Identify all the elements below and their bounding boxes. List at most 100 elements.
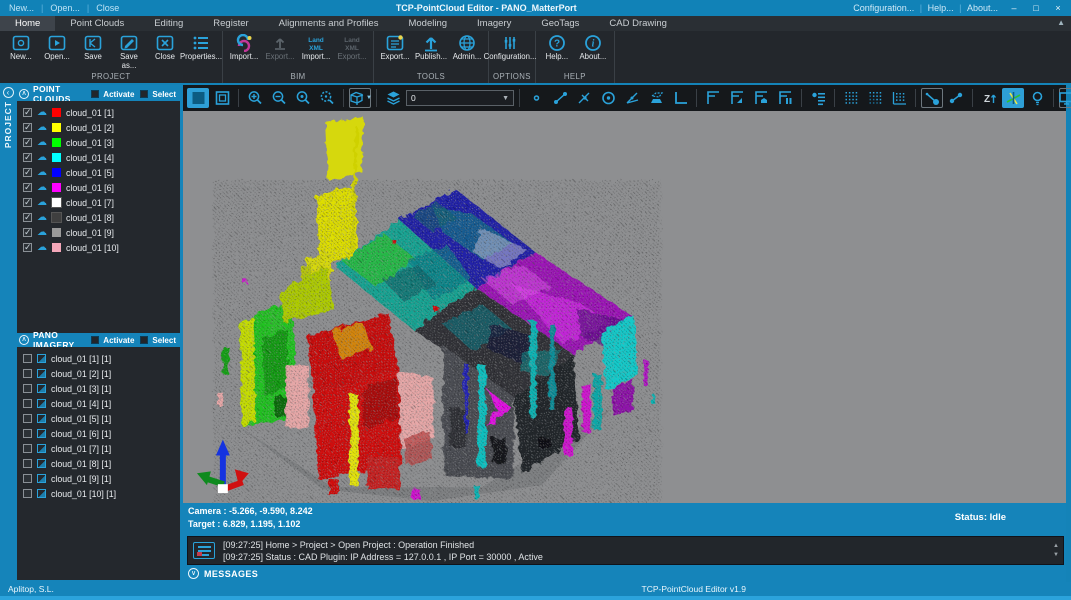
- titlebar-new-button[interactable]: New...: [6, 3, 37, 13]
- close-button[interactable]: Close: [148, 33, 182, 62]
- saveas-button[interactable]: Save as...: [112, 33, 146, 70]
- pano-image-row[interactable]: cloud_01 [8] [1]: [23, 456, 180, 471]
- visibility-checkbox[interactable]: [23, 243, 32, 252]
- visibility-checkbox[interactable]: [23, 168, 32, 177]
- visibility-checkbox[interactable]: [23, 108, 32, 117]
- publish-button[interactable]: Publish...: [414, 33, 448, 62]
- visibility-checkbox[interactable]: [23, 354, 32, 363]
- collapse-messages-icon[interactable]: ∨: [188, 568, 199, 579]
- color-swatch[interactable]: [52, 153, 61, 162]
- tab-cad-drawing[interactable]: CAD Drawing: [594, 16, 682, 31]
- titlebar-open-button[interactable]: Open...: [47, 3, 83, 13]
- landxml-import-button[interactable]: LandXMLImport...: [299, 33, 333, 62]
- pano-image-row[interactable]: cloud_01 [4] [1]: [23, 396, 180, 411]
- tab-alignments-and-profiles[interactable]: Alignments and Profiles: [264, 16, 394, 31]
- point-cloud-row[interactable]: ☁cloud_01 [1]: [23, 105, 180, 120]
- point-cloud-row[interactable]: ☁cloud_01 [8]: [23, 210, 180, 225]
- tab-point-clouds[interactable]: Point Clouds: [55, 16, 139, 31]
- visibility-checkbox[interactable]: [23, 459, 32, 468]
- grid-plane-button[interactable]: [864, 88, 886, 108]
- tab-home[interactable]: Home: [0, 16, 55, 31]
- tab-imagery[interactable]: Imagery: [462, 16, 526, 31]
- layers-button[interactable]: [382, 88, 404, 108]
- measure-area-button[interactable]: [645, 88, 667, 108]
- pano-image-row[interactable]: cloud_01 [3] [1]: [23, 381, 180, 396]
- measure-node-button[interactable]: [921, 88, 943, 108]
- point-cloud-row[interactable]: ☁cloud_01 [7]: [23, 195, 180, 210]
- pano-imagery-select-checkbox[interactable]: [140, 336, 148, 344]
- zoom-window-mode-button[interactable]: [211, 88, 233, 108]
- scroll-up-icon[interactable]: ▲: [1053, 543, 1059, 549]
- draw-segment-button[interactable]: [549, 88, 571, 108]
- visibility-checkbox[interactable]: [23, 138, 32, 147]
- visibility-checkbox[interactable]: [23, 444, 32, 453]
- point-clouds-activate-checkbox[interactable]: [91, 90, 99, 98]
- draw-polyline-button[interactable]: [573, 88, 595, 108]
- new-button[interactable]: New...: [4, 33, 38, 62]
- properties-button[interactable]: Properties...: [184, 33, 218, 62]
- tools-export-button[interactable]: Export...: [378, 33, 412, 62]
- pano-image-row[interactable]: cloud_01 [7] [1]: [23, 441, 180, 456]
- visibility-checkbox[interactable]: [23, 123, 32, 132]
- tab-register[interactable]: Register: [198, 16, 263, 31]
- about-button[interactable]: iAbout...: [576, 33, 610, 62]
- point-cloud-row[interactable]: ☁cloud_01 [9]: [23, 225, 180, 240]
- color-swatch[interactable]: [52, 213, 61, 222]
- visibility-checkbox[interactable]: [23, 369, 32, 378]
- color-swatch[interactable]: [52, 198, 61, 207]
- viewport-3d-canvas[interactable]: [183, 111, 1066, 503]
- zoom-in-button[interactable]: [244, 88, 266, 108]
- section-front-button[interactable]: [726, 88, 748, 108]
- collapse-point-clouds-icon[interactable]: ∧: [19, 89, 29, 99]
- zoom-out-button[interactable]: [268, 88, 290, 108]
- color-swatch[interactable]: [52, 228, 61, 237]
- messages-header[interactable]: ∨ MESSAGES: [183, 565, 1066, 582]
- visibility-checkbox[interactable]: [23, 228, 32, 237]
- minimize-button[interactable]: –: [1005, 3, 1023, 13]
- visibility-checkbox[interactable]: [23, 198, 32, 207]
- color-swatch[interactable]: [52, 243, 61, 252]
- color-swatch[interactable]: [52, 108, 61, 117]
- configuration-button[interactable]: Configuration...: [493, 33, 527, 62]
- pano-image-row[interactable]: cloud_01 [2] [1]: [23, 366, 180, 381]
- save-button[interactable]: Save: [76, 33, 110, 62]
- admin-button[interactable]: Admin...: [450, 33, 484, 62]
- collapse-ribbon-icon[interactable]: ▲: [1057, 18, 1065, 27]
- help-button[interactable]: ?Help...: [540, 33, 574, 62]
- message-log[interactable]: [09:27:25] Home > Project > Open Project…: [187, 536, 1064, 565]
- point-cloud-row[interactable]: ☁cloud_01 [2]: [23, 120, 180, 135]
- pano-imagery-activate-checkbox[interactable]: [91, 336, 99, 344]
- collapse-panel-icon[interactable]: ‹: [3, 87, 14, 98]
- close-button[interactable]: ×: [1049, 3, 1067, 13]
- titlebar-close-button[interactable]: Close: [93, 3, 122, 13]
- color-swatch[interactable]: [52, 138, 61, 147]
- visibility-checkbox[interactable]: [23, 489, 32, 498]
- color-swatch[interactable]: [52, 183, 61, 192]
- point-cloud-row[interactable]: ☁cloud_01 [5]: [23, 165, 180, 180]
- perpendicular-mode-button[interactable]: [669, 88, 691, 108]
- sidebar-tab-project[interactable]: PROJECT: [3, 101, 13, 148]
- bim-import-button[interactable]: Import...: [227, 33, 261, 62]
- tab-editing[interactable]: Editing: [139, 16, 198, 31]
- draw-point-button[interactable]: [525, 88, 547, 108]
- grid-elevation-button[interactable]: [888, 88, 910, 108]
- pano-image-row[interactable]: cloud_01 [10] [1]: [23, 486, 180, 501]
- visibility-checkbox[interactable]: [23, 183, 32, 192]
- pano-image-row[interactable]: cloud_01 [9] [1]: [23, 471, 180, 486]
- pano-image-row[interactable]: cloud_01 [1] [1]: [23, 351, 180, 366]
- point-cloud-row[interactable]: ☁cloud_01 [6]: [23, 180, 180, 195]
- section-column-button[interactable]: [774, 88, 796, 108]
- grid-sphere-button[interactable]: [840, 88, 862, 108]
- scroll-down-icon[interactable]: ▼: [1053, 552, 1059, 558]
- section-polygon-button[interactable]: [750, 88, 772, 108]
- point-cloud-row[interactable]: ☁cloud_01 [10]: [23, 240, 180, 255]
- visibility-checkbox[interactable]: [23, 414, 32, 423]
- titlebar-about-button[interactable]: About...: [964, 3, 1001, 13]
- lighting-button[interactable]: [1026, 88, 1048, 108]
- show-axes-button[interactable]: [1002, 88, 1024, 108]
- visibility-checkbox[interactable]: [23, 384, 32, 393]
- zoom-center-button[interactable]: [292, 88, 314, 108]
- draw-circle-button[interactable]: [597, 88, 619, 108]
- color-swatch[interactable]: [52, 168, 61, 177]
- layer-select[interactable]: 0▼: [406, 90, 514, 106]
